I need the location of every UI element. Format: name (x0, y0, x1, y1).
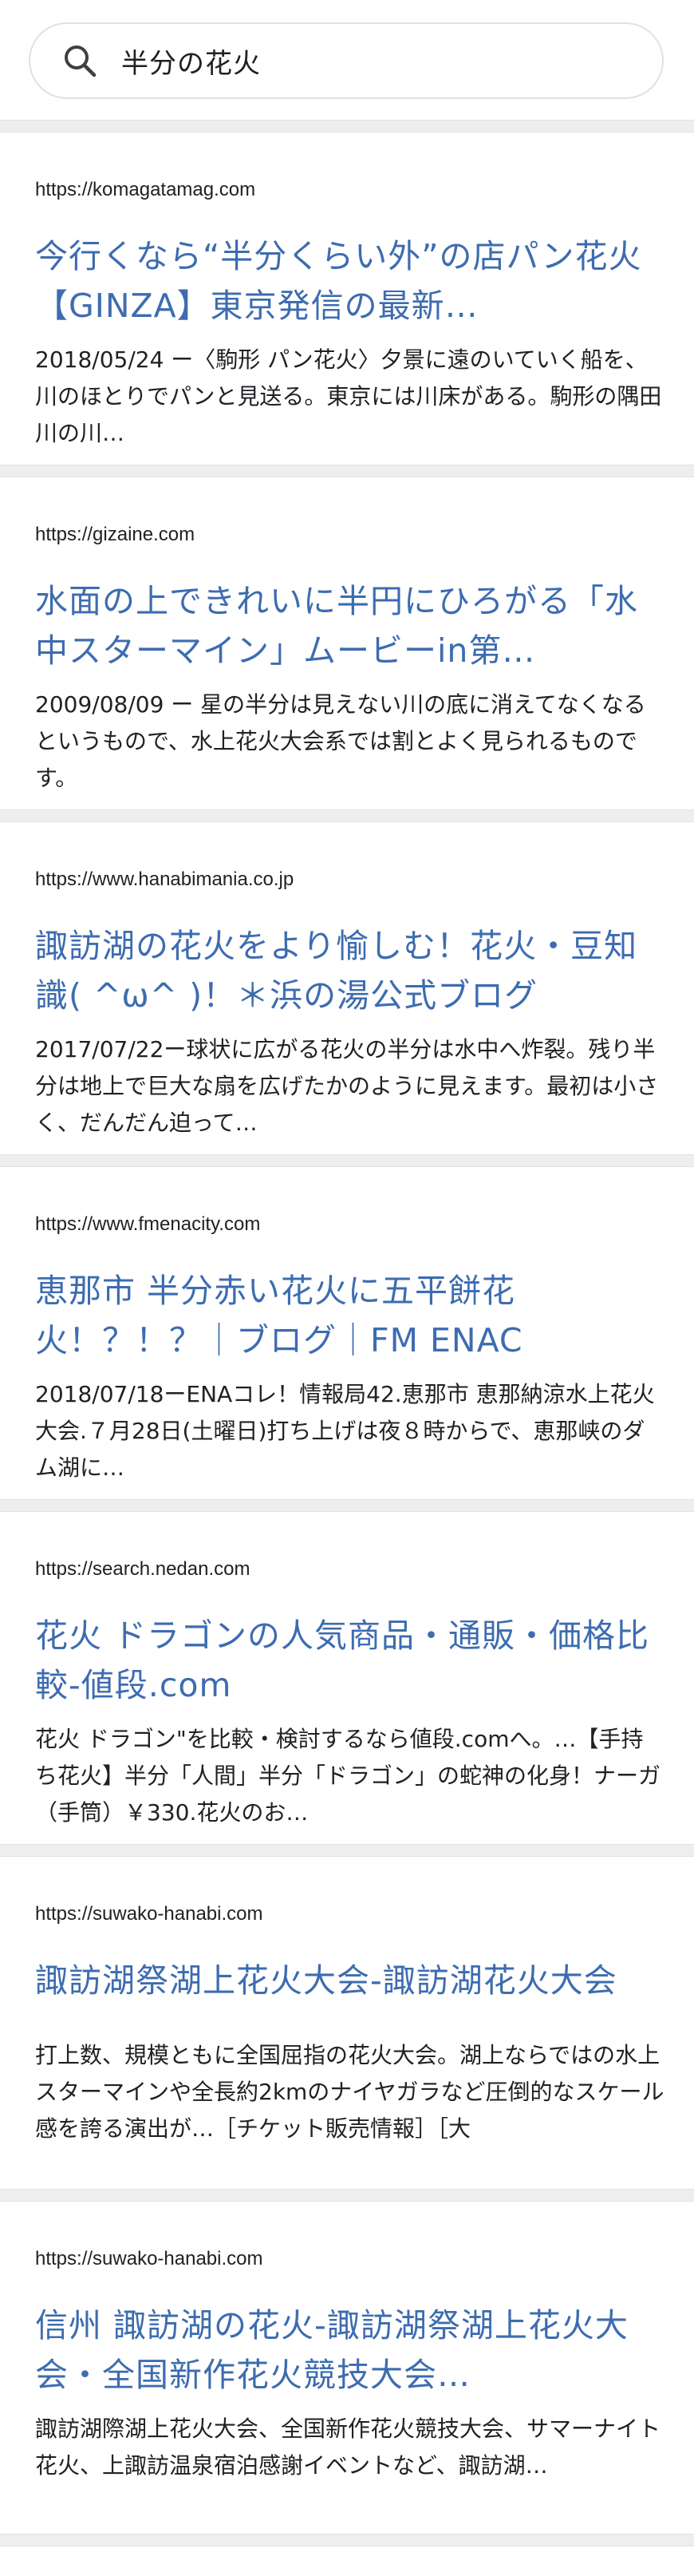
divider (0, 465, 694, 477)
result-title-link[interactable]: 諏訪湖の花火をより愉しむ！花火・豆知識( ^ω^ )！＊浜の湯公式ブログ (35, 921, 665, 1020)
divider (0, 2534, 694, 2546)
result-snippet: 2009/08/09 ー 星の半分は見えない川の底に消えてなくなるというもので、… (35, 691, 646, 791)
search-result[interactable]: https://search.nedan.com 花火 ドラゴンの人気商品・通販… (0, 1512, 694, 1844)
divider (0, 809, 694, 822)
search-result[interactable]: https://komagatamag.com 今行くなら“半分くらい外”の店パ… (0, 133, 694, 465)
search-result[interactable]: https://suwako-hanabi.com 信州 諏訪湖の花火-諏訪湖祭… (0, 2202, 694, 2534)
result-snippet: 花火 ドラゴン"を比較・検討するなら値段.comへ。…【手持ち花火】半分「人間」… (35, 1726, 661, 1826)
result-url[interactable]: https://gizaine.com (35, 524, 195, 546)
divider (0, 1844, 694, 1857)
result-title-link[interactable]: 今行くなら“半分くらい外”の店パン花火【GINZA】東京発信の最新… (35, 231, 665, 330)
result-url[interactable]: https://www.fmenacity.com (35, 1213, 260, 1236)
result-url[interactable]: https://search.nedan.com (35, 1558, 250, 1581)
search-bar[interactable]: 半分の花火 (29, 22, 664, 99)
result-title-link[interactable]: 諏訪湖祭湖上花火大会-諏訪湖花火大会 (35, 1956, 665, 2005)
search-result[interactable]: https://suwako-hanabi.com 諏訪湖祭湖上花火大会-諏訪湖… (0, 1857, 694, 2189)
divider (0, 1154, 694, 1167)
search-input[interactable]: 半分の花火 (121, 42, 261, 81)
result-url[interactable]: https://www.hanabimania.co.jp (35, 869, 294, 891)
result-snippet: 諏訪湖際湖上花火大会、全国新作花火競技大会、サマーナイト花火、上諏訪温泉宿泊感謝… (35, 2416, 661, 2479)
search-header: 半分の花火 (0, 0, 694, 120)
result-title-link[interactable]: 信州 諏訪湖の花火-諏訪湖祭湖上花火大会・全国新作花火競技大会… (35, 2301, 665, 2400)
result-title-link[interactable]: 花火 ドラゴンの人気商品・通販・価格比較-値段.com (35, 1611, 665, 1710)
result-title-link[interactable]: 恵那市 半分赤い花火に五平餅花火！？！？｜ブログ｜FM ENAC (35, 1266, 665, 1365)
search-result[interactable]: https://www.fmenacity.com 恵那市 半分赤い花火に五平餅… (0, 1167, 694, 1499)
search-icon[interactable] (57, 38, 102, 83)
result-url[interactable]: https://komagatamag.com (35, 179, 255, 201)
search-result[interactable]: https://gizaine.com 水面の上できれいに半円にひろがる「水中ス… (0, 477, 694, 809)
result-url[interactable]: https://suwako-hanabi.com (35, 1903, 262, 1925)
result-snippet: 2018/05/24 ー〈駒形 パン花火〉夕景に遠のいていく船を、川のほとりでパ… (35, 346, 662, 446)
divider (0, 120, 694, 133)
divider (0, 2189, 694, 2202)
search-result[interactable]: https://www.hanabimania.co.jp 諏訪湖の花火をより愉… (0, 822, 694, 1154)
result-snippet: 2018/07/18ーENAコレ！情報局42.恵那市 恵那納涼水上花火大会.７月… (35, 1381, 655, 1481)
result-snippet: 2017/07/22ー球状に広がる花火の半分は水中へ炸裂。残り半分は地上で巨大な… (35, 1036, 659, 1136)
result-title-link[interactable]: 水面の上できれいに半円にひろがる「水中スターマイン」ムービーin第… (35, 576, 665, 675)
result-url[interactable]: https://suwako-hanabi.com (35, 2248, 262, 2270)
result-snippet: 打上数、規模ともに全国屈指の花火大会。湖上ならではの水上スターマインや全長約2k… (35, 2042, 664, 2142)
divider (0, 1499, 694, 1512)
